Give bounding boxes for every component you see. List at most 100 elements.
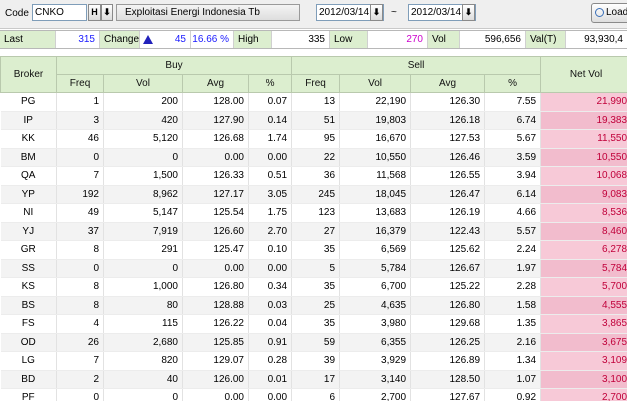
table-row[interactable]: BM 0 0 0.00 0.00 22 10,550 126.46 3.59 10,550 [0, 148, 627, 167]
header-sell-freq[interactable]: Freq [291, 74, 341, 93]
sell-freq: 35 [291, 277, 341, 297]
sell-vol: 6,700 [339, 277, 412, 297]
header-buy-pct[interactable]: % [247, 74, 293, 93]
sell-avg: 126.18 [410, 111, 486, 130]
code-dropdown-button[interactable]: ⬇ [101, 4, 113, 21]
load-button[interactable]: Load [591, 3, 627, 23]
sell-vol: 3,980 [339, 314, 412, 334]
sell-pct: 4.66 [484, 203, 542, 223]
h-button[interactable]: H [88, 4, 101, 21]
table-row[interactable]: OD 26 2,680 125.85 0.91 59 6,355 126.25 2.16 3,67… [0, 333, 627, 352]
sell-freq: 17 [291, 370, 341, 389]
sell-vol: 18,045 [339, 185, 412, 204]
buy-vol: 820 [103, 351, 183, 371]
header-sell-vol[interactable]: Vol [339, 74, 412, 93]
table-row[interactable]: YJ 37 7,919 126.60 2.70 27 16,379 122.43 5.57 8,4… [0, 222, 627, 241]
buy-vol: 200 [103, 92, 183, 112]
summary-bar: Last 315 Change 45 16.66 % High 335 Low … [0, 30, 627, 49]
sell-freq: 22 [291, 148, 341, 167]
sell-pct: 2.24 [484, 240, 542, 260]
refresh-icon [595, 8, 604, 17]
header-buy-vol[interactable]: Vol [103, 74, 183, 93]
buy-vol: 5,120 [103, 129, 183, 149]
net-vol: 3,100 [540, 370, 627, 389]
sell-freq: 35 [291, 240, 341, 260]
buy-freq: 8 [56, 240, 104, 260]
sell-vol: 5,784 [339, 259, 412, 278]
table-row[interactable]: KS 8 1,000 126.80 0.34 35 6,700 125.22 2.28 5,700 [0, 277, 627, 297]
buy-pct: 0.00 [248, 388, 293, 401]
table-row[interactable]: LG 7 820 129.07 0.28 39 3,929 126.89 1.34 3,109 [0, 351, 627, 371]
net-vol: 6,278 [540, 240, 627, 260]
table-row[interactable]: BD 2 40 126.00 0.01 17 3,140 128.50 1.07 3,100 [0, 370, 627, 389]
net-vol: 8,460 [540, 222, 627, 241]
sell-freq: 39 [291, 351, 341, 371]
sell-freq: 5 [291, 259, 341, 278]
sell-pct: 6.14 [484, 185, 542, 204]
net-vol: 21,990 [540, 92, 627, 112]
table-row[interactable]: KK 46 5,120 126.68 1.74 95 16,670 127.53 5.67 11,… [0, 129, 627, 149]
buy-freq: 8 [56, 296, 104, 315]
net-vol: 4,555 [540, 296, 627, 315]
table-row[interactable]: IP 3 420 127.90 0.14 51 19,803 126.18 6.74 19,383 [0, 111, 627, 130]
net-vol: 5,700 [540, 277, 627, 297]
broker-code: YP [0, 185, 57, 204]
buy-avg: 125.47 [182, 240, 249, 260]
buy-pct: 3.05 [248, 185, 293, 204]
table-row[interactable]: FS 4 115 126.22 0.04 35 3,980 129.68 1.35 3,865 [0, 314, 627, 334]
sell-avg: 125.22 [410, 277, 486, 297]
table-row[interactable]: PF 0 0 0.00 0.00 6 2,700 127.67 0.92 2,700 [0, 388, 627, 401]
buy-freq: 0 [56, 388, 104, 401]
broker-code: OD [0, 333, 57, 352]
sell-vol: 22,190 [339, 92, 412, 112]
buy-vol: 40 [103, 370, 183, 389]
sell-freq: 51 [291, 111, 341, 130]
buy-pct: 1.74 [248, 129, 293, 149]
date-from-dropdown-button[interactable]: ⬇ [370, 4, 383, 21]
date-separator: ~ [391, 7, 397, 18]
table-row[interactable]: BS 8 80 128.88 0.03 25 4,635 126.80 1.58 4,555 [0, 296, 627, 315]
toolbar: Code CNKO H ⬇ Exploitasi Energi Indonesi… [0, 0, 627, 29]
company-name-field: Exploitasi Energi Indonesia Tb [116, 4, 300, 21]
header-sell-avg[interactable]: Avg [410, 74, 486, 93]
broker-code: PG [0, 92, 57, 112]
table-row[interactable]: YP 192 8,962 127.17 3.05 245 18,045 126.47 6.14 9… [0, 185, 627, 204]
net-vol: 10,068 [540, 166, 627, 186]
table-row[interactable]: NI 49 5,147 125.54 1.75 123 13,683 126.19 4.66 8,… [0, 203, 627, 223]
header-sell: Sell [291, 56, 542, 75]
buy-avg: 129.07 [182, 351, 249, 371]
header-net-vol[interactable]: Net Vol [540, 56, 627, 93]
table-row[interactable]: PG 1 200 128.00 0.07 13 22,190 126.30 7.55 21,990 [0, 92, 627, 112]
table-row[interactable]: QA 7 1,500 126.33 0.51 36 11,568 126.55 3.94 10,0… [0, 166, 627, 186]
table-row[interactable]: SS 0 0 0.00 0.00 5 5,784 126.67 1.97 5,784 [0, 259, 627, 278]
sell-vol: 4,635 [339, 296, 412, 315]
header-buy-avg[interactable]: Avg [182, 74, 249, 93]
sell-vol: 3,140 [339, 370, 412, 389]
sell-pct: 2.28 [484, 277, 542, 297]
buy-avg: 127.17 [182, 185, 249, 204]
sell-pct: 2.16 [484, 333, 542, 352]
net-vol: 5,784 [540, 259, 627, 278]
buy-avg: 128.88 [182, 296, 249, 315]
buy-vol: 1,000 [103, 277, 183, 297]
table-row[interactable]: GR 8 291 125.47 0.10 35 6,569 125.62 2.24 6,278 [0, 240, 627, 260]
net-vol: 2,700 [540, 388, 627, 401]
net-vol: 8,536 [540, 203, 627, 223]
buy-freq: 7 [56, 166, 104, 186]
header-broker[interactable]: Broker [0, 56, 57, 93]
buy-freq: 37 [56, 222, 104, 241]
broker-code: GR [0, 240, 57, 260]
sell-vol: 6,569 [339, 240, 412, 260]
date-to-dropdown-button[interactable]: ⬇ [462, 4, 475, 21]
buy-pct: 0.00 [248, 148, 293, 167]
sell-vol: 16,670 [339, 129, 412, 149]
broker-code: QA [0, 166, 57, 186]
sell-avg: 126.55 [410, 166, 486, 186]
header-sell-pct[interactable]: % [484, 74, 542, 93]
header-buy-freq[interactable]: Freq [56, 74, 104, 93]
buy-vol: 0 [103, 148, 183, 167]
net-vol: 11,550 [540, 129, 627, 149]
code-input[interactable]: CNKO [32, 4, 87, 21]
buy-pct: 0.34 [248, 277, 293, 297]
buy-vol: 0 [103, 259, 183, 278]
